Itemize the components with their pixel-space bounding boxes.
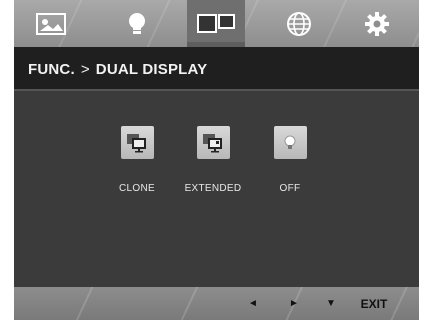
breadcrumb-separator: > — [80, 61, 90, 78]
bottom-bar: ◄ ► ▼ EXIT — [14, 287, 419, 320]
clone-tile[interactable] — [120, 126, 154, 159]
down-button[interactable]: ▼ — [321, 287, 341, 320]
tab-globe[interactable] — [270, 0, 328, 47]
option-off[interactable]: OFF — [245, 126, 335, 194]
extended-tile[interactable] — [196, 126, 230, 159]
off-tile[interactable] — [273, 126, 307, 159]
osd-menu: FUNC. > DUAL DISPLAY CLONE EXTENDED OFF … — [14, 0, 419, 320]
tab-picture[interactable] — [22, 0, 80, 47]
breadcrumb-section: FUNC. — [28, 61, 75, 78]
tab-bar — [14, 0, 419, 47]
page-title: DUAL DISPLAY — [95, 61, 208, 78]
tab-dual-display[interactable] — [187, 0, 245, 47]
picture-icon — [36, 12, 66, 35]
bulb-icon — [129, 12, 145, 34]
clone-icon — [127, 133, 146, 152]
options-panel: CLONE EXTENDED OFF — [14, 91, 419, 287]
tab-bulb[interactable] — [108, 0, 166, 47]
option-label: OFF — [279, 183, 301, 194]
right-button[interactable]: ► — [284, 287, 304, 320]
tab-settings[interactable] — [348, 0, 406, 47]
globe-icon — [287, 11, 311, 36]
extended-icon — [203, 133, 222, 152]
menu-header: FUNC. > DUAL DISPLAY — [14, 47, 419, 91]
breadcrumb: FUNC. > DUAL DISPLAY — [28, 61, 207, 78]
exit-button[interactable]: EXIT — [352, 287, 396, 320]
off-icon — [284, 135, 296, 149]
dual-display-icon — [197, 13, 235, 33]
gear-icon — [365, 11, 389, 36]
left-button[interactable]: ◄ — [243, 287, 263, 320]
